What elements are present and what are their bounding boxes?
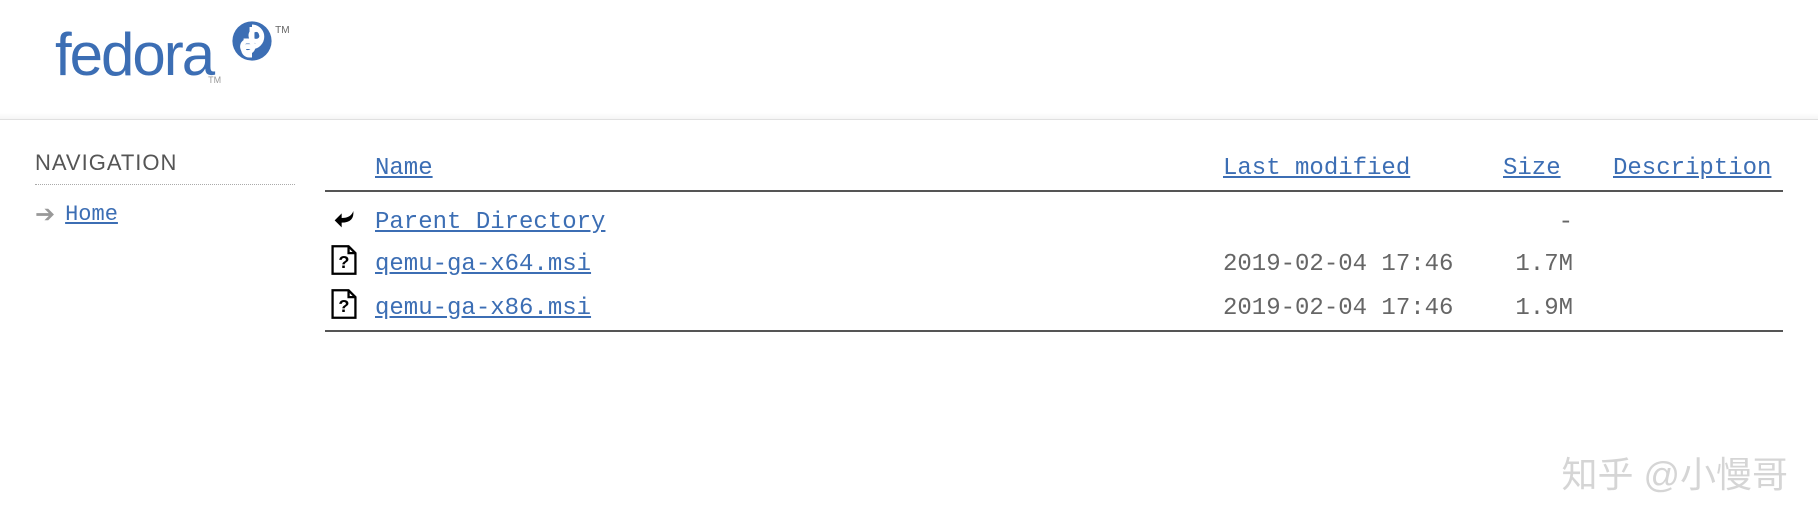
file-desc-cell bbox=[1603, 202, 1783, 242]
nav-link-home[interactable]: Home bbox=[65, 202, 118, 227]
unknown-file-icon: ? bbox=[330, 244, 358, 276]
table-row: Parent Directory - bbox=[325, 202, 1783, 242]
header-name[interactable]: Name bbox=[365, 150, 1213, 191]
content-area: NAVIGATION ➔ Home Name Last modified Siz… bbox=[0, 120, 1818, 372]
divider-row bbox=[325, 331, 1783, 342]
header-size[interactable]: Size bbox=[1493, 150, 1603, 191]
file-size-cell: 1.9M bbox=[1493, 286, 1603, 331]
file-modified-cell: 2019-02-04 17:46 bbox=[1213, 242, 1493, 286]
header-modified[interactable]: Last modified bbox=[1213, 150, 1493, 191]
file-modified-cell bbox=[1213, 202, 1493, 242]
file-name-cell: qemu-ga-x64.msi bbox=[365, 242, 1213, 286]
file-table: Name Last modified Size Description Pare… bbox=[325, 150, 1783, 342]
fedora-infinity-icon bbox=[231, 20, 273, 62]
unknown-file-icon: ? bbox=[330, 288, 358, 320]
file-modified-cell: 2019-02-04 17:46 bbox=[1213, 286, 1493, 331]
file-desc-cell bbox=[1603, 242, 1783, 286]
arrow-right-icon: ➔ bbox=[35, 200, 55, 229]
trademark-text: TM bbox=[208, 75, 221, 85]
file-icon-cell: ? bbox=[325, 242, 365, 286]
directory-listing: Name Last modified Size Description Pare… bbox=[325, 150, 1783, 342]
sort-size-link[interactable]: Size bbox=[1503, 155, 1561, 182]
file-size-cell: 1.7M bbox=[1493, 242, 1603, 286]
logo-text: fedora bbox=[55, 20, 213, 89]
table-header-row: Name Last modified Size Description bbox=[325, 150, 1783, 191]
sort-desc-link[interactable]: Description bbox=[1613, 155, 1771, 182]
parent-directory-link[interactable]: Parent Directory bbox=[375, 209, 605, 236]
page-header: fedora TM TM bbox=[0, 0, 1818, 120]
file-link[interactable]: qemu-ga-x86.msi bbox=[375, 295, 591, 322]
sort-modified-link[interactable]: Last modified bbox=[1223, 155, 1410, 182]
sidebar: NAVIGATION ➔ Home bbox=[35, 150, 325, 342]
svg-text:?: ? bbox=[339, 298, 350, 318]
table-row: ? qemu-ga-x64.msi 2019-02-04 17:46 1.7M bbox=[325, 242, 1783, 286]
fedora-logo[interactable]: fedora TM TM bbox=[55, 20, 290, 89]
file-size-cell: - bbox=[1493, 202, 1603, 242]
watermark: 知乎 @小慢哥 bbox=[1561, 446, 1788, 498]
back-arrow-icon bbox=[330, 204, 358, 232]
divider-row bbox=[325, 191, 1783, 202]
svg-text:?: ? bbox=[339, 254, 350, 274]
nav-title: NAVIGATION bbox=[35, 150, 295, 185]
file-desc-cell bbox=[1603, 286, 1783, 331]
trademark-text-icon: TM bbox=[275, 25, 289, 36]
file-name-cell: Parent Directory bbox=[365, 202, 1213, 242]
header-icon bbox=[325, 150, 365, 191]
nav-item-home[interactable]: ➔ Home bbox=[35, 195, 295, 234]
file-icon-cell: ? bbox=[325, 286, 365, 331]
header-description[interactable]: Description bbox=[1603, 150, 1783, 191]
table-row: ? qemu-ga-x86.msi 2019-02-04 17:46 1.9M bbox=[325, 286, 1783, 331]
sort-name-link[interactable]: Name bbox=[375, 155, 433, 182]
file-icon-cell bbox=[325, 202, 365, 242]
file-name-cell: qemu-ga-x86.msi bbox=[365, 286, 1213, 331]
file-link[interactable]: qemu-ga-x64.msi bbox=[375, 251, 591, 278]
